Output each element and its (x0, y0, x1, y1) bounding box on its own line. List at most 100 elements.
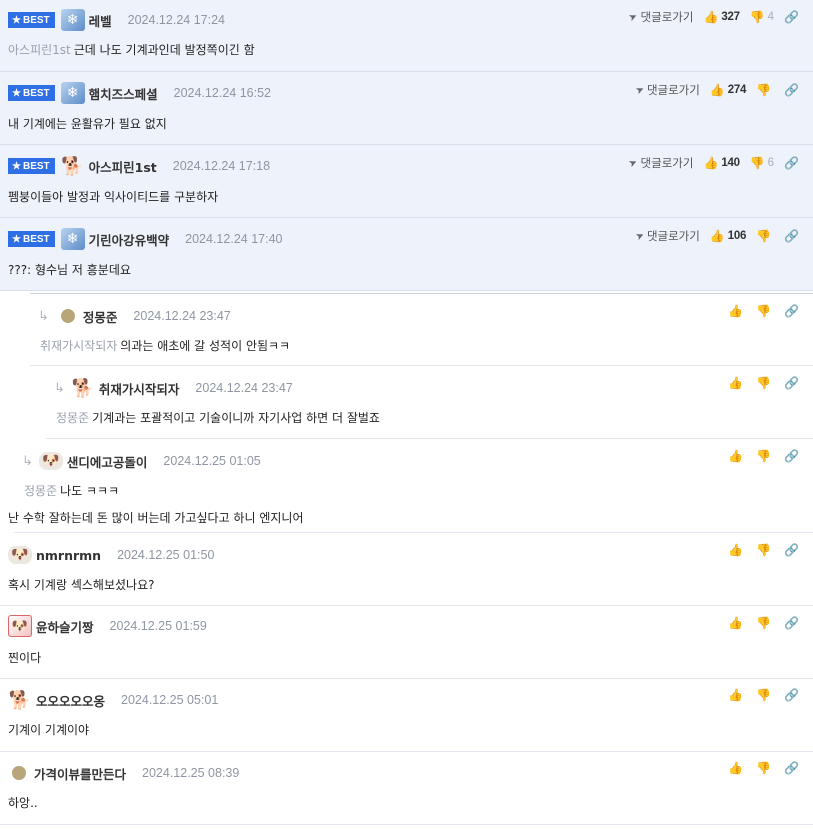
author-nick[interactable]: nmrnrmn (36, 548, 101, 563)
upvote-button[interactable]: 👍 (728, 543, 746, 557)
thumbs-down-icon: 👎 (756, 616, 772, 630)
avatar[interactable]: ❄ (60, 82, 85, 104)
comment-best-4: ★ BEST ❄ 기린아강유백약 2024.12.24 17:40 ➤ 댓글로가기 … (0, 218, 813, 291)
avatar[interactable]: 🐶 (38, 452, 63, 470)
thumbs-down-icon: 👎 (749, 10, 765, 24)
comment-reply: ↳ 🐕 취재가시작되자 2024.12.24 23:47 👍 👎 🔗 정몽준 기계… (46, 366, 813, 439)
upvote-button[interactable]: 👍 327 (703, 10, 740, 24)
upvote-button[interactable]: 👍 106 (710, 229, 747, 243)
comment-reply: ↳ 🐶 샌디에고공돌이 2024.12.25 01:05 👍 👎 🔗 정몽준 나도… (8, 439, 813, 533)
downvote-button[interactable]: 👎 6 (750, 156, 774, 170)
thumbs-up-icon: 👍 (728, 304, 744, 318)
thumbs-up-icon: 👍 (728, 376, 744, 390)
upvote-button[interactable]: 👍 274 (710, 83, 747, 97)
author-nick[interactable]: 햄치즈스페셜 (89, 84, 158, 103)
downvote-button[interactable]: 👎 (756, 616, 774, 630)
comment-body: 취재가시작되자 의과는 애초에 갈 성적이 안됨ㅋㅋ (40, 339, 291, 353)
downvote-button[interactable]: 👎 (756, 449, 774, 463)
link-icon[interactable]: 🔗 (784, 376, 799, 390)
reply-target[interactable]: 정몽준 (56, 411, 89, 425)
avatar[interactable]: 🐶 (8, 546, 32, 564)
reply-target[interactable]: 취재가시작되자 (40, 339, 117, 353)
comment-best-1: ★ BEST ❄ 레벨 2024.12.24 17:24 ➤ 댓글로가기 👍 327 … (0, 0, 813, 72)
comment-date: 2024.12.25 05:01 (121, 693, 219, 707)
best-badge: ★ BEST (8, 85, 55, 101)
author-nick[interactable]: 윤하슬기짱 (36, 617, 94, 636)
comment-actions: 👍 👎 🔗 (728, 761, 799, 775)
downvote-button[interactable]: 👎 (756, 83, 774, 97)
comment-body: 정몽준 기계과는 포괄적이고 기술이니까 자기사업 하면 더 잘벌죠 (56, 411, 380, 425)
downvote-button[interactable]: 👎 (756, 688, 774, 702)
send-icon: ➤ (633, 83, 646, 97)
upvote-button[interactable]: 👍 (728, 449, 746, 463)
author-nick[interactable]: 샌디에고공돌이 (67, 452, 148, 471)
reply-arrow-icon: ↳ (22, 453, 33, 469)
thumbs-down-icon: 👎 (756, 83, 772, 97)
thumbs-up-icon: 👍 (728, 688, 744, 702)
link-icon[interactable]: 🔗 (784, 688, 799, 702)
avatar[interactable]: ❄ (60, 228, 85, 250)
link-icon[interactable]: 🔗 (784, 229, 799, 243)
link-icon[interactable]: 🔗 (784, 761, 799, 775)
thumbs-up-icon: 👍 (728, 616, 744, 630)
link-icon[interactable]: 🔗 (784, 156, 799, 170)
link-icon[interactable]: 🔗 (784, 10, 799, 24)
author-nick[interactable]: 아스피린1st (89, 157, 157, 176)
upvote-button[interactable]: 👍 (728, 688, 746, 702)
downvote-button[interactable]: 👎 (756, 229, 774, 243)
link-icon[interactable]: 🔗 (784, 304, 799, 318)
avatar[interactable]: 🐕 (8, 689, 32, 711)
reply-target[interactable]: 아스피린1st (8, 43, 71, 57)
reply-target[interactable]: 정몽준 (24, 484, 57, 498)
comment-body: ???: 형수님 저 흥분데요 (8, 263, 131, 277)
link-icon[interactable]: 🔗 (784, 543, 799, 557)
thumbs-up-icon: 👍 (703, 10, 719, 24)
downvote-button[interactable]: 👎 (756, 304, 774, 318)
upvote-button[interactable]: 👍 (728, 616, 746, 630)
comment-body: 정몽준 나도 ㅋㅋㅋ 난 수학 잘하는데 돈 많이 버는데 가고싶다고 하니 엔지… (8, 484, 304, 525)
link-icon[interactable]: 🔗 (784, 449, 799, 463)
author-nick[interactable]: 취재가시작되자 (99, 379, 180, 398)
star-icon: ★ (12, 14, 21, 26)
comment-date: 2024.12.24 23:47 (133, 309, 231, 323)
upvote-button[interactable]: 👍 (728, 304, 746, 318)
author-nick[interactable]: 오오오오오옹 (36, 691, 105, 710)
upvote-button[interactable]: 👍 140 (703, 156, 740, 170)
comment-actions: ➤ 댓글로가기 👍 327 👎 4 🔗 (627, 9, 799, 25)
author-nick[interactable]: 가격이뷰를만든다 (34, 764, 126, 783)
comment-reply: ↳ 정몽준 2024.12.24 23:47 👍 👎 🔗 취재가시작되자 의과는 … (30, 294, 813, 366)
thumbs-down-icon: 👎 (756, 688, 772, 702)
thumbs-down-icon: 👎 (756, 761, 772, 775)
downvote-button[interactable]: 👎 4 (750, 10, 774, 24)
go-to-reply-link[interactable]: ➤ 댓글로가기 (627, 9, 693, 25)
go-to-reply-link[interactable]: ➤ 댓글로가기 (627, 155, 693, 171)
avatar[interactable]: 🐕 (71, 377, 95, 399)
link-icon[interactable]: 🔗 (784, 616, 799, 630)
upvote-button[interactable]: 👍 (728, 761, 746, 775)
avatar[interactable] (12, 766, 26, 780)
comment-actions: 👍 👎 🔗 (728, 616, 799, 630)
upvote-button[interactable]: 👍 (728, 376, 746, 390)
author-nick[interactable]: 정몽준 (83, 307, 118, 326)
link-icon[interactable]: 🔗 (784, 83, 799, 97)
avatar[interactable] (60, 309, 75, 323)
go-to-reply-link[interactable]: ➤ 댓글로가기 (633, 82, 700, 98)
avatar[interactable]: 🐕 (61, 155, 85, 177)
comment-date: 2024.12.25 01:59 (109, 619, 207, 633)
comment-body: 기계이 기계이야 (8, 723, 90, 737)
downvote-button[interactable]: 👎 (756, 543, 774, 557)
author-nick[interactable]: 기린아강유백약 (89, 230, 170, 249)
comment: 🐶 nmrnrmn 2024.12.25 01:50 👍 👎 🔗 혹시 기계랑 … (0, 533, 813, 606)
avatar[interactable]: 🐶 (8, 615, 32, 637)
avatar[interactable]: ❄ (60, 9, 85, 31)
comment-actions: 👍 👎 🔗 (728, 376, 799, 390)
thumbs-up-icon: 👍 (728, 761, 744, 775)
star-icon: ★ (12, 233, 21, 245)
go-to-reply-link[interactable]: ➤ 댓글로가기 (634, 228, 700, 244)
comment-date: 2024.12.24 17:18 (172, 159, 271, 173)
comment-body: 하앙.. (8, 796, 38, 810)
downvote-button[interactable]: 👎 (756, 761, 774, 775)
downvote-button[interactable]: 👎 (756, 376, 774, 390)
comment-best-2: ★ BEST ❄ 햄치즈스페셜 2024.12.24 16:52 ➤ 댓글로가기 👍… (0, 72, 813, 145)
author-nick[interactable]: 레벨 (89, 11, 112, 30)
